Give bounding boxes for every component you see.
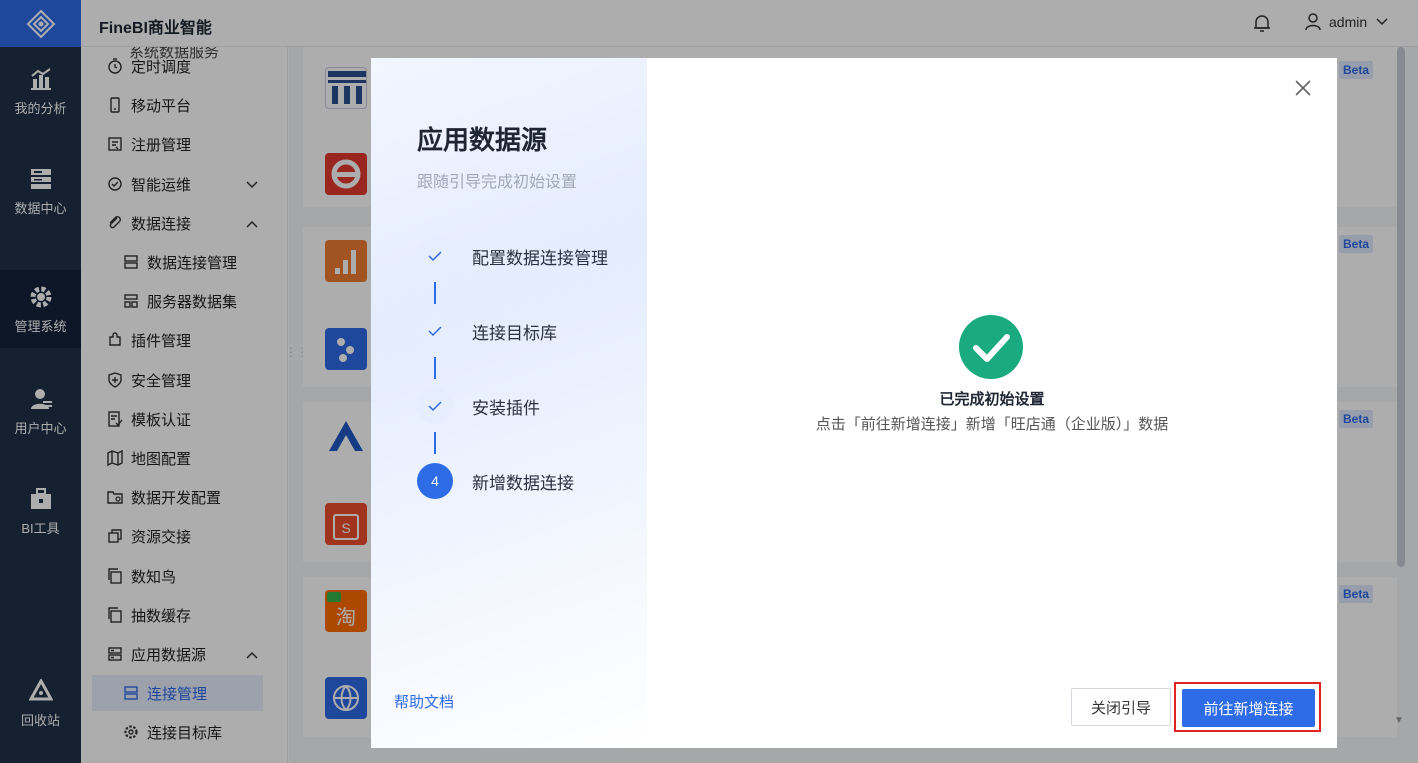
step-label: 新增数据连接 xyxy=(472,473,574,493)
step-3: 安装插件 xyxy=(417,388,540,424)
step-connector xyxy=(434,432,436,454)
close-icon[interactable] xyxy=(1293,78,1313,98)
success-check-icon xyxy=(958,314,1024,380)
step-label: 连接目标库 xyxy=(472,323,557,343)
go-add-connection-button[interactable]: 前往新增连接 xyxy=(1182,689,1315,727)
drag-handle-icon[interactable]: ⋮⋮ xyxy=(285,345,308,359)
success-title: 已完成初始设置 xyxy=(939,391,1045,408)
modal-subtitle: 跟随引导完成初始设置 xyxy=(417,174,578,191)
step-4: 4 新增数据连接 xyxy=(417,463,574,499)
step-number-badge: 4 xyxy=(417,463,453,499)
step-2: 连接目标库 xyxy=(417,313,557,349)
modal-title: 应用数据源 xyxy=(417,125,548,155)
step-label: 配置数据连接管理 xyxy=(472,248,608,268)
step-connector xyxy=(434,282,436,304)
guide-modal: 应用数据源 跟随引导完成初始设置 配置数据连接管理 连接目标库 安装插件 4 新… xyxy=(371,58,1337,748)
success-description: 点击「前往新增连接」新增「旺店通（企业版）」数据 xyxy=(815,416,1169,433)
check-icon xyxy=(417,313,453,349)
step-label: 安装插件 xyxy=(472,398,540,418)
close-guide-button[interactable]: 关闭引导 xyxy=(1071,688,1171,726)
step-connector xyxy=(434,357,436,379)
check-icon xyxy=(417,388,453,424)
step-1: 配置数据连接管理 xyxy=(417,238,608,274)
help-docs-link[interactable]: 帮助文档 xyxy=(394,691,454,712)
check-icon xyxy=(417,238,453,274)
guide-steps-panel: 应用数据源 跟随引导完成初始设置 配置数据连接管理 连接目标库 安装插件 4 新… xyxy=(371,58,647,748)
highlight-box: 前往新增连接 xyxy=(1174,682,1321,732)
